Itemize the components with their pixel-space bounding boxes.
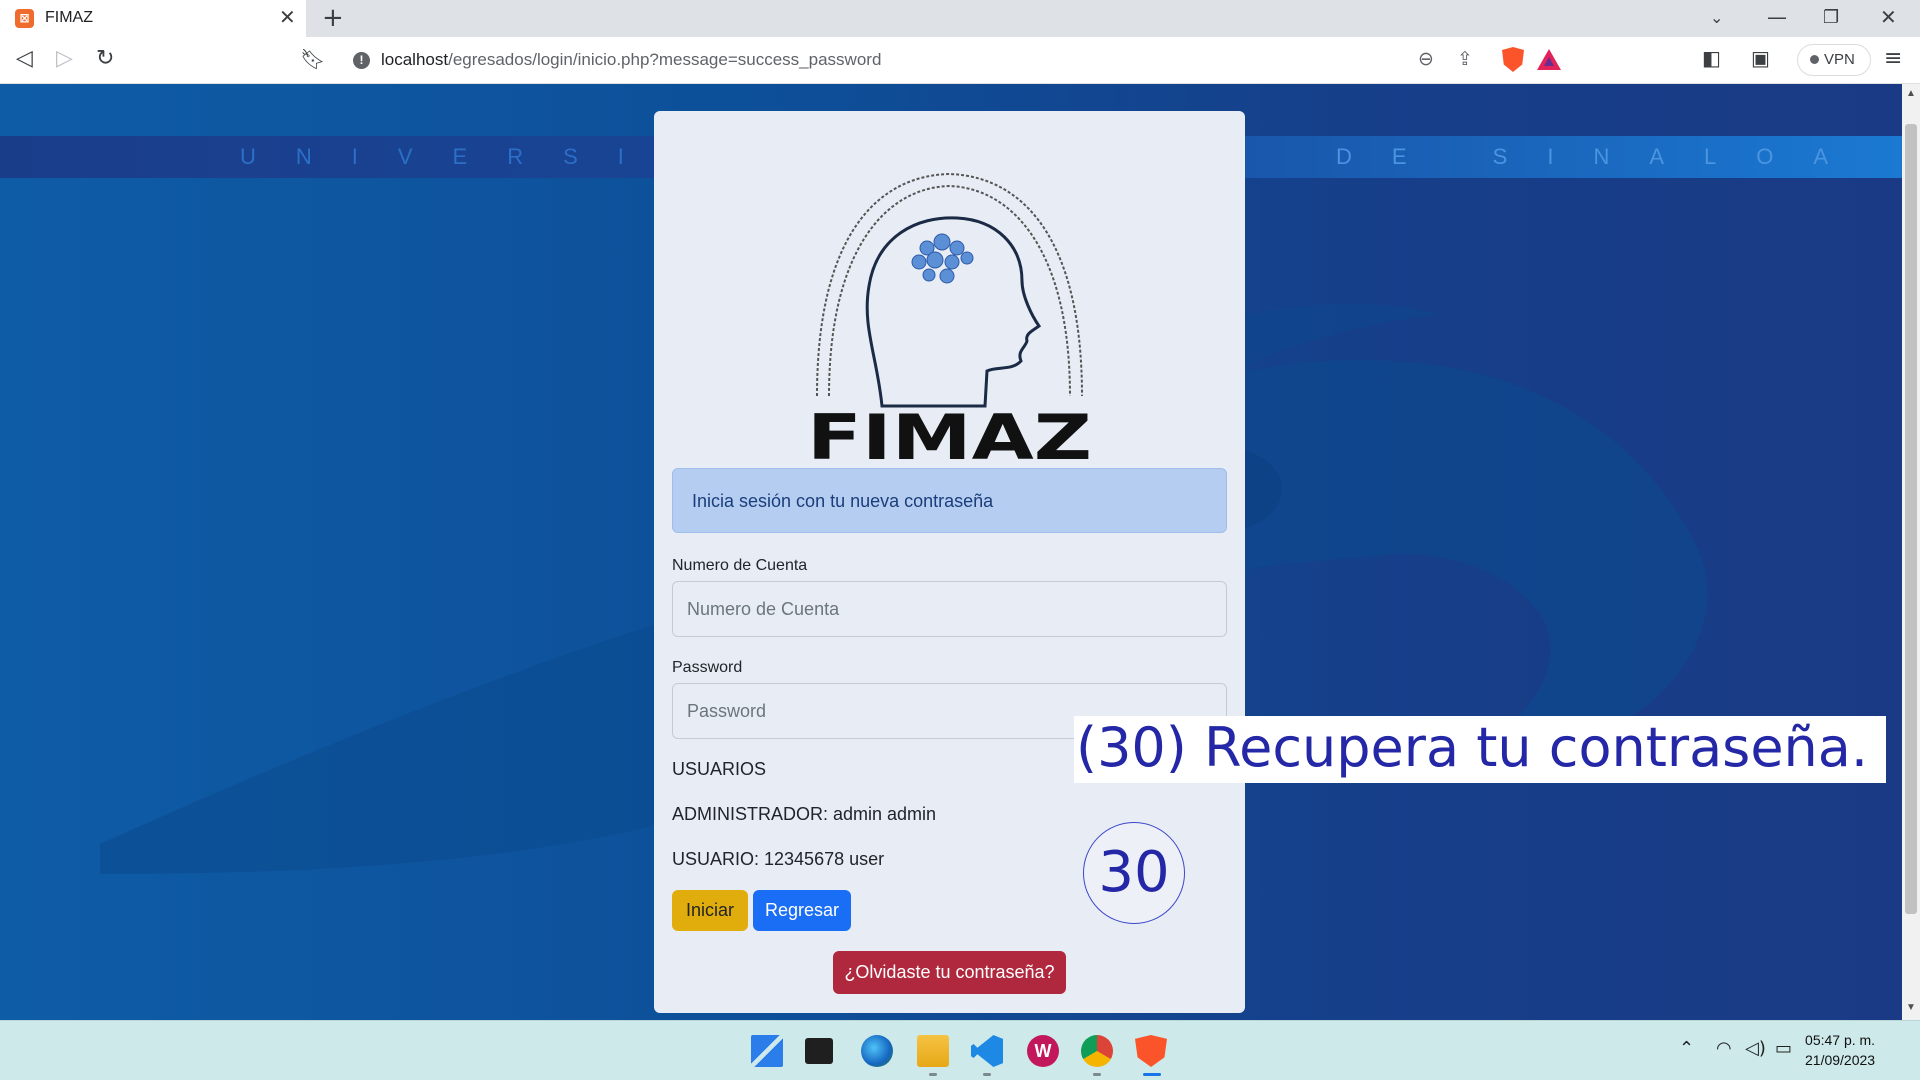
tab-fimaz[interactable]: ⊠ FIMAZ ✕	[0, 0, 306, 37]
restore-icon[interactable]: ❐	[1823, 7, 1839, 28]
edge-icon[interactable]	[861, 1035, 893, 1067]
forgot-password-button[interactable]: ¿Olvidaste tu contraseña?	[833, 951, 1066, 994]
battery-icon[interactable]: ▭	[1775, 1038, 1792, 1059]
system-clock[interactable]: 05:47 p. m. 21/09/2023	[1805, 1030, 1875, 1070]
tray-overflow-icon[interactable]: ⌃	[1679, 1038, 1694, 1059]
file-explorer-icon[interactable]	[917, 1035, 949, 1067]
reload-icon[interactable]: ↻	[96, 46, 114, 71]
users-heading: USUARIOS	[672, 759, 767, 779]
step-number-badge: 30	[1083, 822, 1185, 924]
taskbar: W ⌃ ◠ ◁) ▭ 05:47 p. m. 21/09/2023	[0, 1020, 1920, 1080]
brave-rewards-icon[interactable]	[1537, 49, 1561, 70]
logo-text: FIMAZ	[807, 401, 1092, 466]
bookmark-icon[interactable]: 🔖︎	[300, 47, 325, 71]
address-bar[interactable]: ! localhost/egresados/login/inicio.php?m…	[340, 42, 1582, 78]
page-viewport: UNIVERSI DE SINALOA FIMAZ Inicia sesión …	[0, 84, 1920, 1020]
vpn-label: VPN	[1824, 51, 1855, 68]
browser-toolbar: ◁ ▷ ↻ 🔖︎ ! localhost/egresados/login/ini…	[0, 37, 1920, 84]
chrome-icon[interactable]	[1081, 1035, 1113, 1067]
account-number-input[interactable]	[672, 581, 1227, 637]
password-label: Password	[672, 659, 743, 676]
zoom-icon[interactable]: ⊖	[1418, 48, 1434, 70]
clock-time: 05:47 p. m.	[1805, 1032, 1876, 1048]
sidebar-icon[interactable]: ◧	[1702, 46, 1721, 70]
start-menu-icon[interactable]	[751, 1035, 783, 1067]
admin-credentials: ADMINISTRADOR: admin admin	[672, 804, 937, 824]
new-tab-icon[interactable]: +	[322, 3, 344, 33]
user-credentials: USUARIO: 12345678 user	[672, 849, 885, 869]
url-text[interactable]: localhost/egresados/login/inicio.php?mes…	[381, 50, 881, 70]
clock-date: 21/09/2023	[1805, 1052, 1876, 1068]
wifi-icon[interactable]: ◠	[1716, 1038, 1732, 1059]
task-view-icon[interactable]	[805, 1038, 833, 1064]
scroll-up-icon[interactable]: ▲	[1906, 88, 1916, 99]
tab-search-icon[interactable]: ⌄	[1710, 8, 1723, 27]
success-alert: Inicia sesión con tu nueva contraseña	[672, 468, 1227, 533]
tab-bar: ⊠ FIMAZ ✕ + ⌄ — ❐ ✕	[0, 0, 1920, 37]
site-info-icon[interactable]: !	[353, 52, 370, 69]
chrome-running-indicator	[1093, 1073, 1101, 1076]
url-host: localhost	[381, 50, 449, 69]
close-tab-icon[interactable]: ✕	[279, 6, 296, 30]
close-window-icon[interactable]: ✕	[1880, 5, 1897, 29]
wallet-icon[interactable]: ▣	[1751, 46, 1770, 70]
page-scrollbar[interactable]: ▲ ▼	[1902, 84, 1920, 1020]
brave-shields-icon[interactable]	[1502, 47, 1524, 72]
banner-text-left: UNIVERSI	[240, 144, 664, 169]
scroll-thumb[interactable]	[1905, 124, 1917, 914]
back-button[interactable]: Regresar	[753, 890, 851, 931]
wps-icon[interactable]: W	[1027, 1035, 1059, 1067]
forward-icon[interactable]: ▷	[56, 46, 73, 71]
xampp-icon: ⊠	[15, 9, 34, 28]
menu-icon[interactable]: ≡	[1884, 46, 1902, 71]
explorer-running-indicator	[929, 1073, 937, 1076]
scroll-down-icon[interactable]: ▼	[1906, 1002, 1916, 1013]
share-icon[interactable]: ⇪	[1457, 48, 1473, 70]
step-caption: (30) Recupera tu contraseña.	[1074, 716, 1886, 783]
vscode-icon[interactable]	[971, 1035, 1003, 1067]
vscode-running-indicator	[983, 1073, 991, 1076]
volume-icon[interactable]: ◁)	[1745, 1038, 1766, 1059]
vpn-button[interactable]: VPN	[1797, 44, 1871, 76]
url-path: /egresados/login/inicio.php?message=succ…	[448, 50, 882, 69]
minimize-icon[interactable]: —	[1767, 5, 1787, 29]
tab-title: FIMAZ	[45, 9, 93, 26]
banner-text-right: DE SINALOA	[1336, 144, 1869, 169]
brave-icon[interactable]	[1135, 1035, 1167, 1067]
account-label: Numero de Cuenta	[672, 557, 808, 574]
start-button[interactable]: Iniciar	[672, 890, 748, 931]
brave-active-indicator	[1143, 1073, 1161, 1076]
fimaz-logo: FIMAZ	[807, 172, 1092, 466]
back-icon[interactable]: ◁	[16, 46, 33, 71]
